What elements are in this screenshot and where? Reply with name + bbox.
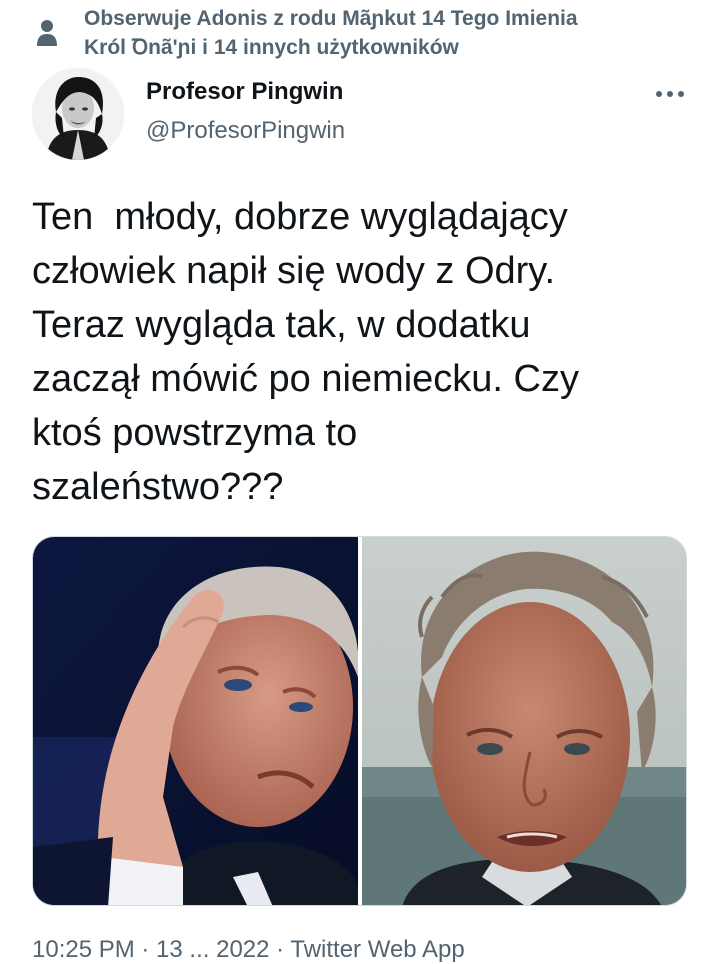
tweet-media (32, 536, 687, 906)
avatar-image (32, 68, 124, 160)
more-dots-icon (656, 91, 684, 97)
avatar[interactable] (32, 68, 124, 160)
social-context-text: Obserwuje Adonis z rodu Mãɲkut 14 Tego I… (84, 4, 694, 62)
social-context-line-1: Obserwuje Adonis z rodu Mãɲkut 14 Tego I… (84, 7, 578, 30)
author-handle[interactable]: @ProfesorPingwin (146, 117, 345, 145)
tweet-text-line: ktoś powstrzyma to (32, 412, 358, 454)
tweet-text-line: człowiek napił się wody z Odry. (32, 250, 556, 292)
tweet-text-line: zaczął mówić po niemiecku. Czy (32, 358, 579, 400)
tweet-text-line: Ten młody, dobrze wyglądający (32, 196, 568, 238)
more-button[interactable] (650, 80, 690, 108)
photo-man-by-sea (362, 537, 686, 905)
tweet-timestamp[interactable]: 10:25 PM · 13 ... 2022 · Twitter Web App (32, 936, 465, 964)
person-icon (37, 20, 57, 46)
author-display-name[interactable]: Profesor Pingwin (146, 78, 343, 106)
tweet-text-line: Teraz wygląda tak, w dodatku (32, 304, 531, 346)
photo-saluting-man (33, 537, 358, 905)
tweet-text-line: szaleństwo??? (32, 466, 284, 508)
media-photo-1[interactable] (33, 537, 358, 905)
social-context-line-2: Król Ꝺnã'ɲi i 14 innych użytkowników (84, 36, 459, 59)
tweet-text: Ten młody, dobrze wyglądający człowiek n… (32, 190, 692, 514)
media-photo-2[interactable] (362, 537, 686, 905)
